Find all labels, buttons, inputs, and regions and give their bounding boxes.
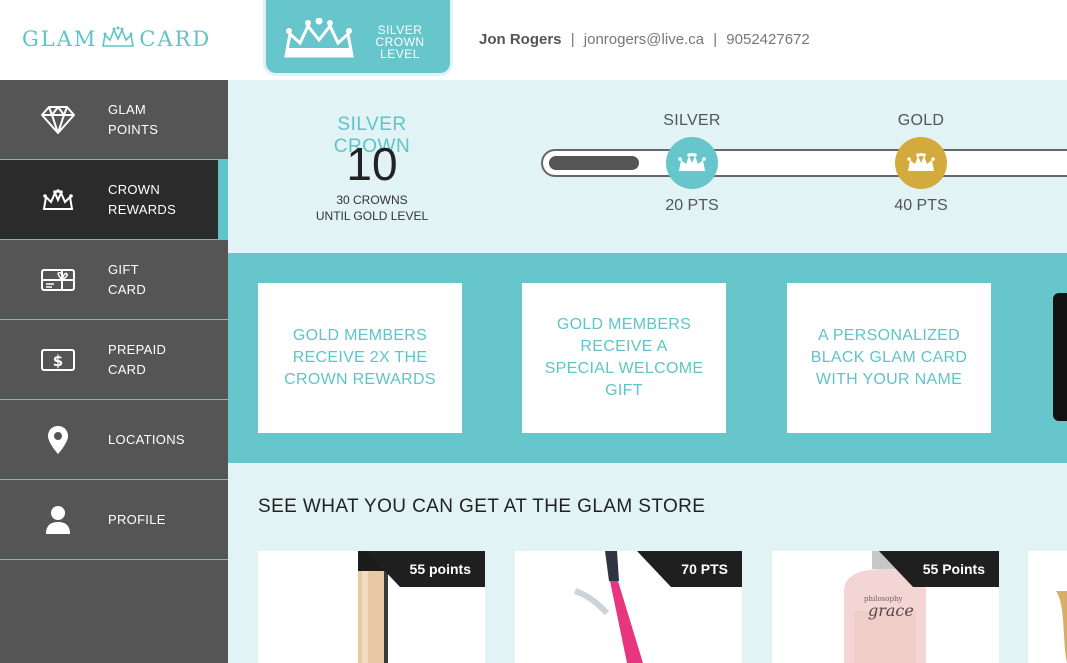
logo-text-right: CARD: [139, 27, 212, 51]
map-pin-icon: [40, 422, 76, 458]
label-line1: LOCATIONS: [108, 431, 185, 447]
progress-fill: [549, 156, 639, 170]
separator: |: [713, 31, 718, 48]
sidebar-item-profile[interactable]: PROFILE: [0, 480, 228, 560]
dollar-card-icon: $: [40, 342, 76, 378]
product-card[interactable]: 70 PTS: [515, 551, 742, 663]
gold-benefits-panel: GOLD MEMBERS RECEIVE 2X THE CROWN REWARD…: [228, 253, 1067, 463]
crowns-until-line1: 30 CROWNS: [336, 193, 408, 207]
progress-track: [541, 149, 1067, 177]
sidebar-item-prepaid-card[interactable]: $ PREPAID CARD: [0, 320, 228, 400]
benefit-card: GOLD MEMBERS RECEIVE A SPECIAL WELCOME G…: [522, 283, 726, 433]
label-line1: GIFT: [108, 261, 139, 277]
store-heading: SEE WHAT YOU CAN GET AT THE GLAM STORE: [258, 496, 706, 517]
separator: |: [570, 31, 575, 48]
sidebar-item-label: LOCATIONS: [108, 430, 208, 450]
tier-silver-points: 20 PTS: [652, 197, 732, 215]
brand-text: grace: [868, 601, 914, 620]
sidebar-item-label: GIFT CARD: [108, 260, 208, 300]
benefit-card: GOLD MEMBERS RECEIVE 2X THE CROWN REWARD…: [258, 283, 462, 433]
sidebar-item-glam-points[interactable]: GLAM POINTS: [0, 80, 228, 160]
user-email: jonrogers@live.ca: [583, 31, 705, 48]
sidebar-item-label: PREPAID CARD: [108, 340, 208, 380]
sidebar-item-locations[interactable]: LOCATIONS: [0, 400, 228, 480]
label-line2: REWARDS: [108, 201, 177, 217]
tier-name: SILVER: [663, 112, 721, 129]
tier-silver-label: SILVER: [652, 112, 732, 130]
label-line1: CROWN: [108, 181, 161, 197]
tier-points: 40 PTS: [894, 197, 948, 214]
crown-icon: [40, 182, 76, 218]
benefit-card: A PERSONALIZED BLACK GLAM CARD WITH YOUR…: [787, 283, 991, 433]
silver-crown-level-tab[interactable]: SILVER CROWN LEVEL: [266, 0, 450, 73]
label-line2: CARD: [108, 361, 147, 377]
gift-card-icon: [40, 262, 76, 298]
label-line1: GLAM: [108, 101, 147, 117]
user-info: Jon Rogers | jonrogers@live.ca | 9052427…: [479, 31, 810, 48]
sidebar-item-gift-card[interactable]: GIFT CARD: [0, 240, 228, 320]
crown-progress-panel: SILVER CROWN 10 30 CROWNS UNTIL GOLD LEV…: [228, 80, 1067, 253]
points-badge: 55 points: [365, 551, 485, 587]
sidebar-item-crown-rewards[interactable]: CROWN REWARDS: [0, 160, 228, 240]
glam-card-logo[interactable]: GLAM CARD: [22, 24, 211, 54]
tier-name: GOLD: [897, 112, 945, 129]
header: GLAM CARD SILVER CROWN LEVEL Jon Rogers …: [0, 0, 1067, 80]
tier-gold-points: 40 PTS: [881, 197, 961, 215]
logo-text-left: GLAM: [22, 27, 98, 51]
crown-icon: [280, 17, 358, 65]
label-line2: POINTS: [108, 121, 159, 137]
label-line1: PREPAID: [108, 341, 167, 357]
crowns-until-line2: UNTIL GOLD LEVEL: [315, 209, 429, 223]
product-image-partial: [1056, 591, 1067, 663]
user-icon: [40, 502, 76, 538]
tier-gold-label: GOLD: [881, 112, 961, 130]
level-tab-label: SILVER CROWN LEVEL: [370, 24, 430, 60]
label-line2: CARD: [108, 281, 147, 297]
product-card[interactable]: philosophy grace 55 Points: [772, 551, 999, 663]
svg-text:$: $: [53, 352, 63, 370]
silver-crown-badge-icon: [666, 137, 718, 189]
sidebar-item-label: GLAM POINTS: [108, 100, 208, 140]
gold-crown-badge-icon: [895, 137, 947, 189]
sidebar-item-label: PROFILE: [108, 510, 208, 530]
user-phone: 9052427672: [726, 31, 810, 48]
sidebar: GLAM POINTS CROWN REWARDS GIFT CARD $ PR…: [0, 80, 228, 663]
side-panel-tab[interactable]: [1053, 293, 1067, 421]
glam-store-section: SEE WHAT YOU CAN GET AT THE GLAM STORE 5…: [228, 463, 1067, 663]
logo-crown-icon: [101, 26, 135, 53]
user-name[interactable]: Jon Rogers: [479, 31, 562, 48]
crown-count: 10: [346, 138, 398, 190]
crowns-until-next: 30 CROWNS UNTIL GOLD LEVEL: [300, 192, 444, 224]
points-badge: 70 PTS: [637, 551, 742, 587]
diamond-icon: [40, 102, 76, 138]
product-card[interactable]: 55 points: [258, 551, 485, 663]
points-badge: 55 Points: [878, 551, 999, 587]
label-line1: PROFILE: [108, 511, 166, 527]
tier-points: 20 PTS: [665, 197, 719, 214]
sidebar-item-label: CROWN REWARDS: [108, 180, 208, 220]
level-tab-line3: LEVEL: [380, 47, 420, 61]
product-card[interactable]: [1028, 551, 1067, 663]
